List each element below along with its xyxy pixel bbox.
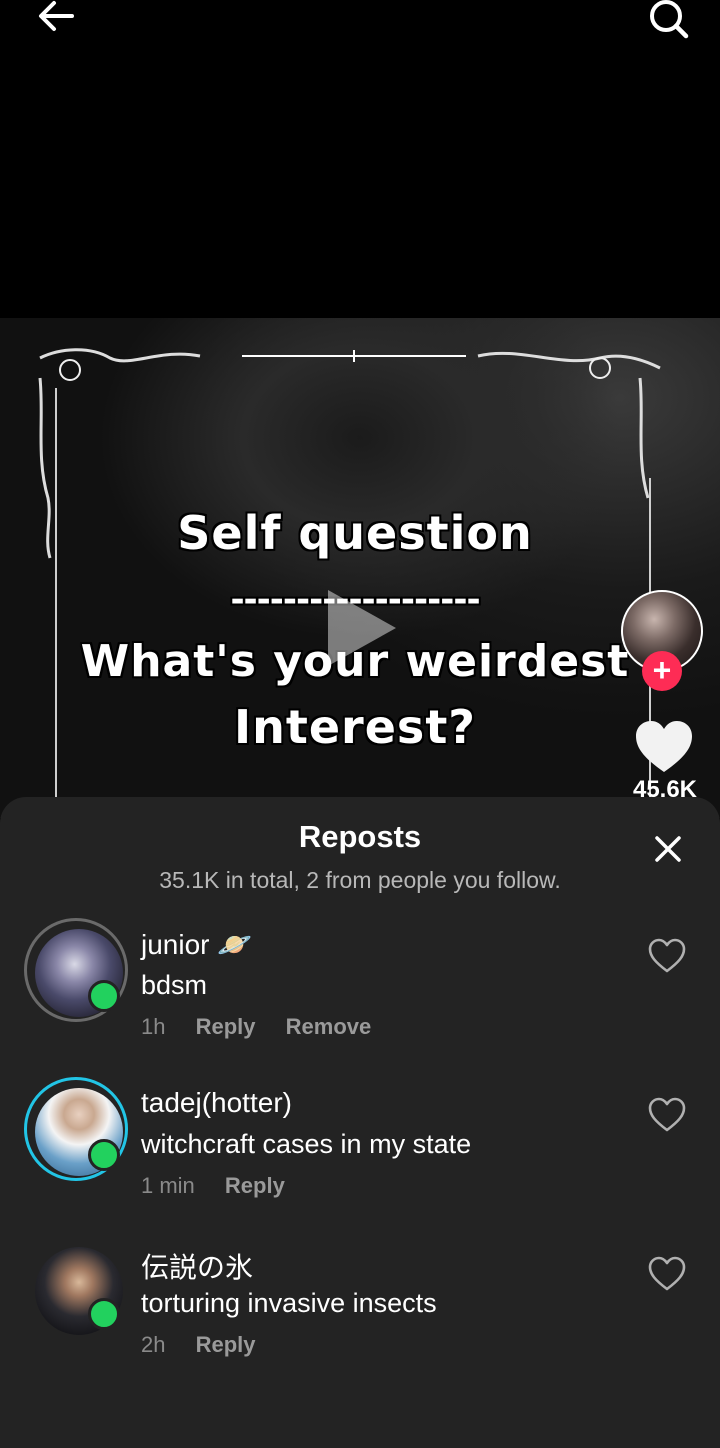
comment-like-heart-icon[interactable] — [648, 1097, 686, 1133]
comment-time: 2h — [141, 1332, 166, 1357]
like-heart-icon[interactable] — [634, 720, 694, 774]
list-item: junior 🪐 bdsm 1h Reply Remove — [0, 918, 720, 1058]
online-status-dot — [88, 1139, 120, 1171]
search-icon[interactable] — [642, 0, 692, 44]
play-icon[interactable] — [318, 586, 402, 670]
comment-time: 1h — [141, 1014, 166, 1039]
comment-username[interactable]: tadej(hotter) — [141, 1087, 292, 1119]
comment-like-heart-icon[interactable] — [648, 1256, 686, 1292]
comment-username[interactable]: junior 🪐 — [141, 928, 252, 961]
back-arrow-icon[interactable] — [34, 0, 82, 40]
comment-meta: 1 min Reply — [141, 1173, 309, 1199]
online-status-dot — [88, 1298, 120, 1330]
sheet-subtitle: 35.1K in total, 2 from people you follow… — [159, 867, 561, 893]
video-player[interactable]: Self question ------------------- What's… — [0, 318, 720, 818]
comment-text: bdsm — [141, 970, 208, 1000]
sheet-title: Reposts — [298, 819, 422, 854]
list-item: 伝説の氷 torturing invasive insects 2h Reply — [0, 1236, 720, 1376]
follow-plus-icon[interactable]: + — [642, 651, 682, 691]
video-caption-line-4: Interest? — [234, 700, 476, 754]
top-bar — [0, 0, 720, 60]
comment-like-heart-icon[interactable] — [648, 938, 686, 974]
list-item: tadej(hotter) witchcraft cases in my sta… — [0, 1077, 720, 1217]
comment-meta: 1h Reply Remove — [141, 1014, 395, 1040]
reposts-sheet: Reposts 35.1K in total, 2 from people yo… — [0, 797, 720, 1448]
online-status-dot — [88, 980, 120, 1012]
reply-button[interactable]: Reply — [196, 1332, 256, 1357]
comment-username[interactable]: 伝説の氷 — [141, 1246, 253, 1286]
reply-button[interactable]: Reply — [196, 1014, 256, 1039]
comment-text: witchcraft cases in my state — [141, 1129, 472, 1159]
comment-text: torturing invasive insects — [141, 1288, 437, 1318]
comment-meta: 2h Reply — [141, 1332, 280, 1358]
video-caption-line-1: Self question — [177, 506, 533, 560]
remove-button[interactable]: Remove — [286, 1014, 372, 1039]
reply-button[interactable]: Reply — [225, 1173, 285, 1198]
comment-time: 1 min — [141, 1173, 195, 1198]
close-icon[interactable] — [648, 829, 688, 869]
